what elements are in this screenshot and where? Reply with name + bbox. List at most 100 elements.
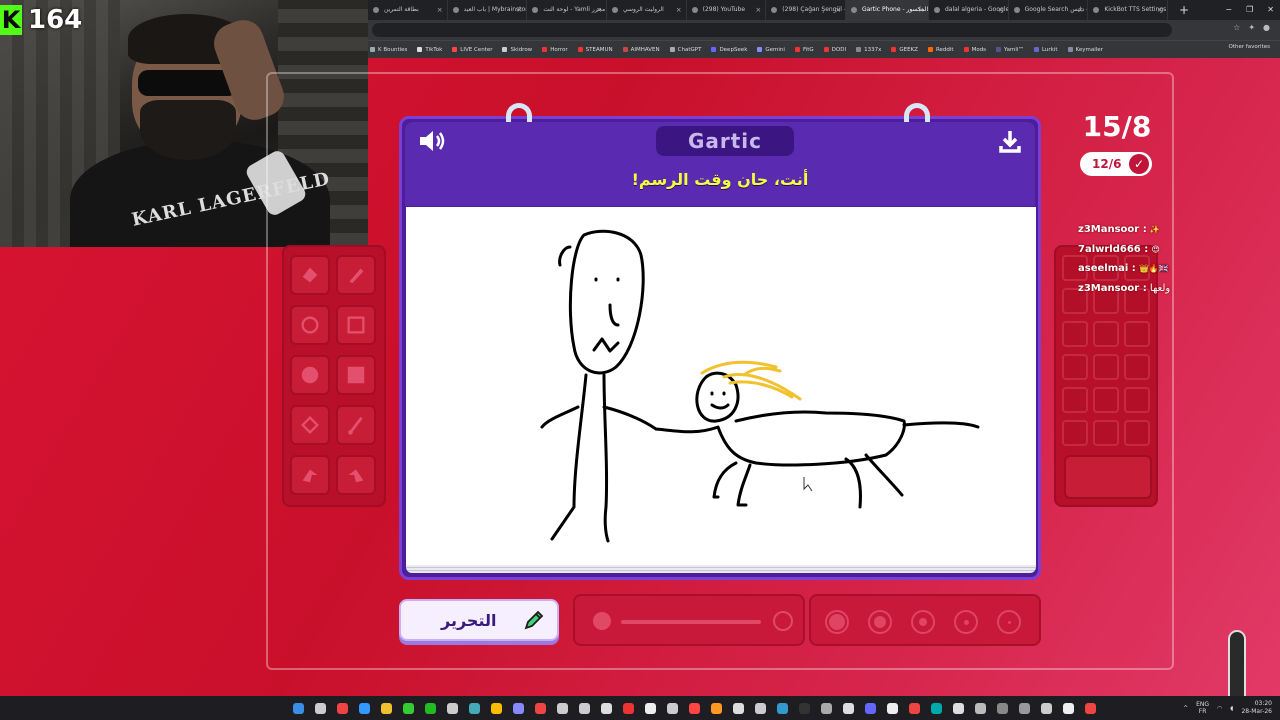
bookmark-item[interactable]: Skidrow — [502, 47, 532, 53]
taskbar-app-icon[interactable] — [796, 698, 813, 718]
tool-fill[interactable] — [290, 405, 330, 445]
tool-pencil[interactable] — [336, 255, 376, 295]
close-tab-icon[interactable]: × — [437, 0, 443, 20]
brush-size-lg[interactable] — [868, 610, 892, 634]
address-bar[interactable] — [372, 23, 1172, 37]
tool-filled-rectangle[interactable] — [336, 355, 376, 395]
taskbar-discord-icon[interactable] — [510, 698, 527, 718]
taskbar-vlc-icon[interactable] — [642, 698, 659, 718]
taskbar-app-icon[interactable] — [1060, 698, 1077, 718]
bookmark-item[interactable]: Lurkit — [1033, 47, 1058, 53]
taskbar-files-icon[interactable] — [488, 698, 505, 718]
current-color-box[interactable] — [1064, 455, 1152, 499]
taskbar-app-icon[interactable] — [840, 698, 857, 718]
close-tab-icon[interactable]: × — [835, 0, 841, 20]
color-swatch[interactable] — [1093, 387, 1119, 413]
tool-eraser[interactable] — [290, 255, 330, 295]
taskbar-kick-icon[interactable] — [686, 698, 703, 718]
color-swatch[interactable] — [1124, 354, 1150, 380]
browser-tab[interactable]: Google Search دليس - ...× — [1009, 0, 1089, 20]
taskbar-brave-icon[interactable] — [334, 698, 351, 718]
taskbar-app-icon[interactable] — [994, 698, 1011, 718]
input-language[interactable]: ENG FR — [1196, 701, 1209, 715]
taskbar-app-red-icon[interactable] — [532, 698, 549, 718]
opacity-slider[interactable] — [573, 594, 805, 646]
bookmark-item[interactable]: K Bounties — [370, 47, 407, 53]
bookmark-item[interactable]: ChatGPT — [669, 47, 701, 53]
brush-size-md[interactable] — [911, 610, 935, 634]
bookmark-item[interactable]: 1337x — [856, 47, 881, 53]
browser-tab[interactable]: (298) YouTube × — [687, 0, 767, 20]
tool-redo[interactable] — [336, 455, 376, 495]
taskbar-app-icon[interactable] — [972, 698, 989, 718]
bookmark-item[interactable]: Keymailer — [1067, 47, 1103, 53]
browser-tab[interactable]: (298) Çağan Şengül - ...× — [766, 0, 846, 20]
taskbar-tiktok-icon[interactable] — [598, 698, 615, 718]
wifi-icon[interactable]: ◠ — [1217, 705, 1222, 712]
taskbar-app-icon[interactable] — [906, 698, 923, 718]
color-swatch[interactable] — [1062, 354, 1088, 380]
taskbar-app-icon[interactable] — [862, 698, 879, 718]
browser-tab[interactable]: لوحة النت - Yamli محرر × — [527, 0, 607, 20]
close-tab-icon[interactable]: × — [1077, 0, 1083, 20]
color-swatch[interactable] — [1062, 321, 1088, 347]
brush-size-sm[interactable] — [954, 610, 978, 634]
bookmark-item[interactable]: Gemini — [757, 47, 785, 53]
taskbar-xbox-icon[interactable] — [400, 698, 417, 718]
download-icon[interactable] — [997, 128, 1023, 154]
color-swatch[interactable] — [1124, 321, 1150, 347]
close-tab-icon[interactable]: × — [755, 0, 761, 20]
taskbar-notepad-icon[interactable] — [708, 698, 725, 718]
color-swatch[interactable] — [1093, 321, 1119, 347]
color-swatch[interactable] — [1062, 387, 1088, 413]
color-swatch[interactable] — [1124, 420, 1150, 446]
bookmark-item[interactable]: LIVE Center — [452, 47, 492, 53]
tool-filled-ellipse[interactable] — [290, 355, 330, 395]
other-favorites[interactable]: Other favorites — [1229, 44, 1271, 50]
color-swatch[interactable] — [1124, 387, 1150, 413]
maximize-button[interactable]: ❐ — [1246, 0, 1253, 20]
taskbar-explorer-icon[interactable] — [378, 698, 395, 718]
new-tab-button[interactable]: + — [1176, 2, 1192, 18]
taskbar-app-icon[interactable] — [928, 698, 945, 718]
taskbar-app-icon[interactable] — [1016, 698, 1033, 718]
browser-tab[interactable]: الروليت الروسي × — [607, 0, 687, 20]
minimize-button[interactable]: − — [1225, 0, 1232, 20]
close-tab-icon[interactable]: × — [596, 0, 602, 20]
close-tab-icon[interactable]: × — [918, 0, 924, 20]
drawing-canvas[interactable] — [406, 207, 1036, 565]
bookmark-item[interactable]: AIMHAVEN — [622, 47, 660, 53]
color-swatch[interactable] — [1093, 420, 1119, 446]
bookmark-item[interactable]: TikTok — [417, 47, 442, 53]
tool-rectangle[interactable] — [336, 305, 376, 345]
bookmark-item[interactable]: Mods — [963, 47, 986, 53]
close-tab-icon[interactable]: × — [998, 0, 1004, 20]
taskbar-app-icon[interactable] — [950, 698, 967, 718]
close-tab-icon[interactable]: × — [516, 0, 522, 20]
browser-tab[interactable]: باب العيد | Mybrainstorm× — [448, 0, 528, 20]
taskbar-nvidia-icon[interactable] — [664, 698, 681, 718]
browser-tab[interactable]: dalal algeria - Google ...× — [929, 0, 1009, 20]
bookmark-item[interactable]: Horror — [542, 47, 568, 53]
close-tab-icon[interactable]: × — [1157, 0, 1163, 20]
tool-line[interactable] — [336, 405, 376, 445]
chevron-up-icon[interactable]: ^ — [1183, 705, 1188, 712]
close-window-button[interactable]: ✕ — [1267, 0, 1274, 20]
close-tab-icon[interactable]: × — [676, 0, 682, 20]
taskbar-app-icon[interactable] — [884, 698, 901, 718]
taskbar-app-icon[interactable] — [1082, 698, 1099, 718]
extensions-icon[interactable]: ✦ — [1248, 23, 1255, 32]
bookmark-item[interactable]: GEEKZ — [891, 47, 918, 53]
browser-tab[interactable]: KickBot TTS Settings × — [1088, 0, 1168, 20]
brush-size-xs[interactable] — [997, 610, 1021, 634]
taskbar-chrome-icon[interactable] — [444, 698, 461, 718]
taskbar-app-icon[interactable] — [730, 698, 747, 718]
taskbar-obs-icon[interactable] — [576, 698, 593, 718]
bookmark-item[interactable]: Yamli™ — [996, 47, 1024, 53]
taskbar-search-icon[interactable] — [312, 698, 329, 718]
bookmark-item[interactable]: Reddit — [927, 47, 954, 53]
bookmark-item[interactable]: DeepSeek — [711, 47, 747, 53]
brush-size-xl[interactable] — [825, 610, 849, 634]
browser-tab[interactable]: بطاقة التمرين × — [368, 0, 448, 20]
taskbar-app-icon[interactable] — [818, 698, 835, 718]
